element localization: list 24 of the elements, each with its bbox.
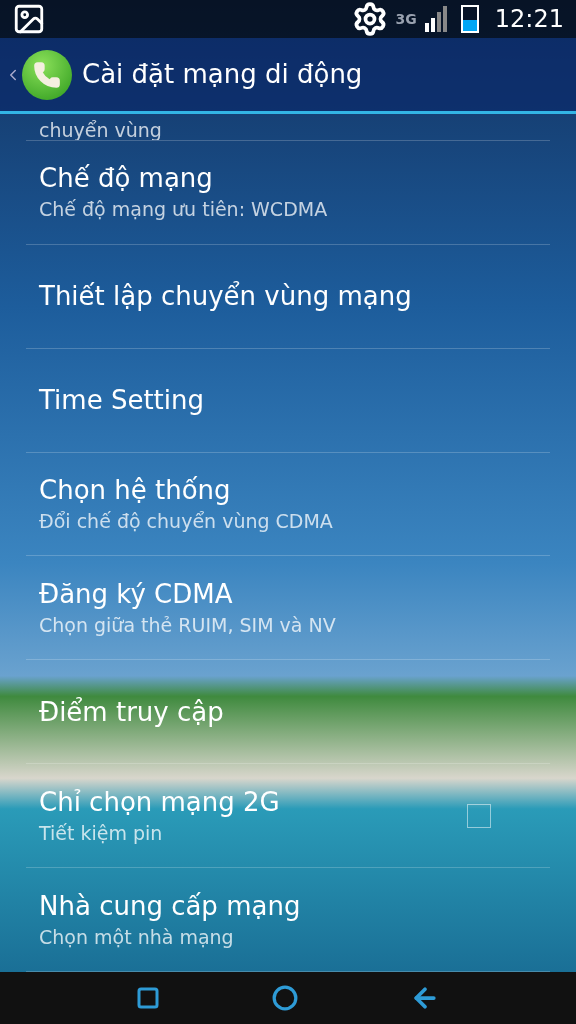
signal-icon [422,5,449,33]
recent-apps-button[interactable] [136,986,160,1010]
setting-title[interactable]: Time Setting [39,383,537,418]
gallery-notification-icon [12,2,46,36]
screen-title: Cài đặt mạng di động [82,58,363,91]
setting-summary: Tiết kiệm pin [39,820,164,846]
home-button[interactable] [272,985,298,1011]
setting-summary: chuyển vùng [39,117,162,140]
setting-title[interactable]: Chỉ chọn mạng 2G [39,784,467,819]
battery-icon [460,5,479,33]
phone-app-icon [22,49,72,100]
setting-summary: Đổi chế độ chuyển vùng CDMA [39,509,334,535]
setting-title[interactable]: Chọn hệ thống [39,473,537,508]
setting-title[interactable]: Đăng ký CDMA [39,576,537,611]
setting-summary: Chế độ mạng ưu tiên: WCDMA [39,197,329,223]
setting-title[interactable]: Nhà cung cấp mạng [39,888,537,923]
clock: 12:21 [494,4,564,35]
setting-summary: Chọn giữa thẻ RUIM, SIM và NV [39,612,337,638]
setting-summary: Chọn một nhà mạng [39,924,235,950]
setting-title[interactable]: Điểm truy cập [39,694,537,729]
checkbox[interactable] [467,803,491,828]
setting-title[interactable]: Chế độ mạng [39,161,537,196]
setting-title[interactable]: Thiết lập chuyển vùng mạng [39,279,537,314]
network-type: 3G [395,9,417,29]
